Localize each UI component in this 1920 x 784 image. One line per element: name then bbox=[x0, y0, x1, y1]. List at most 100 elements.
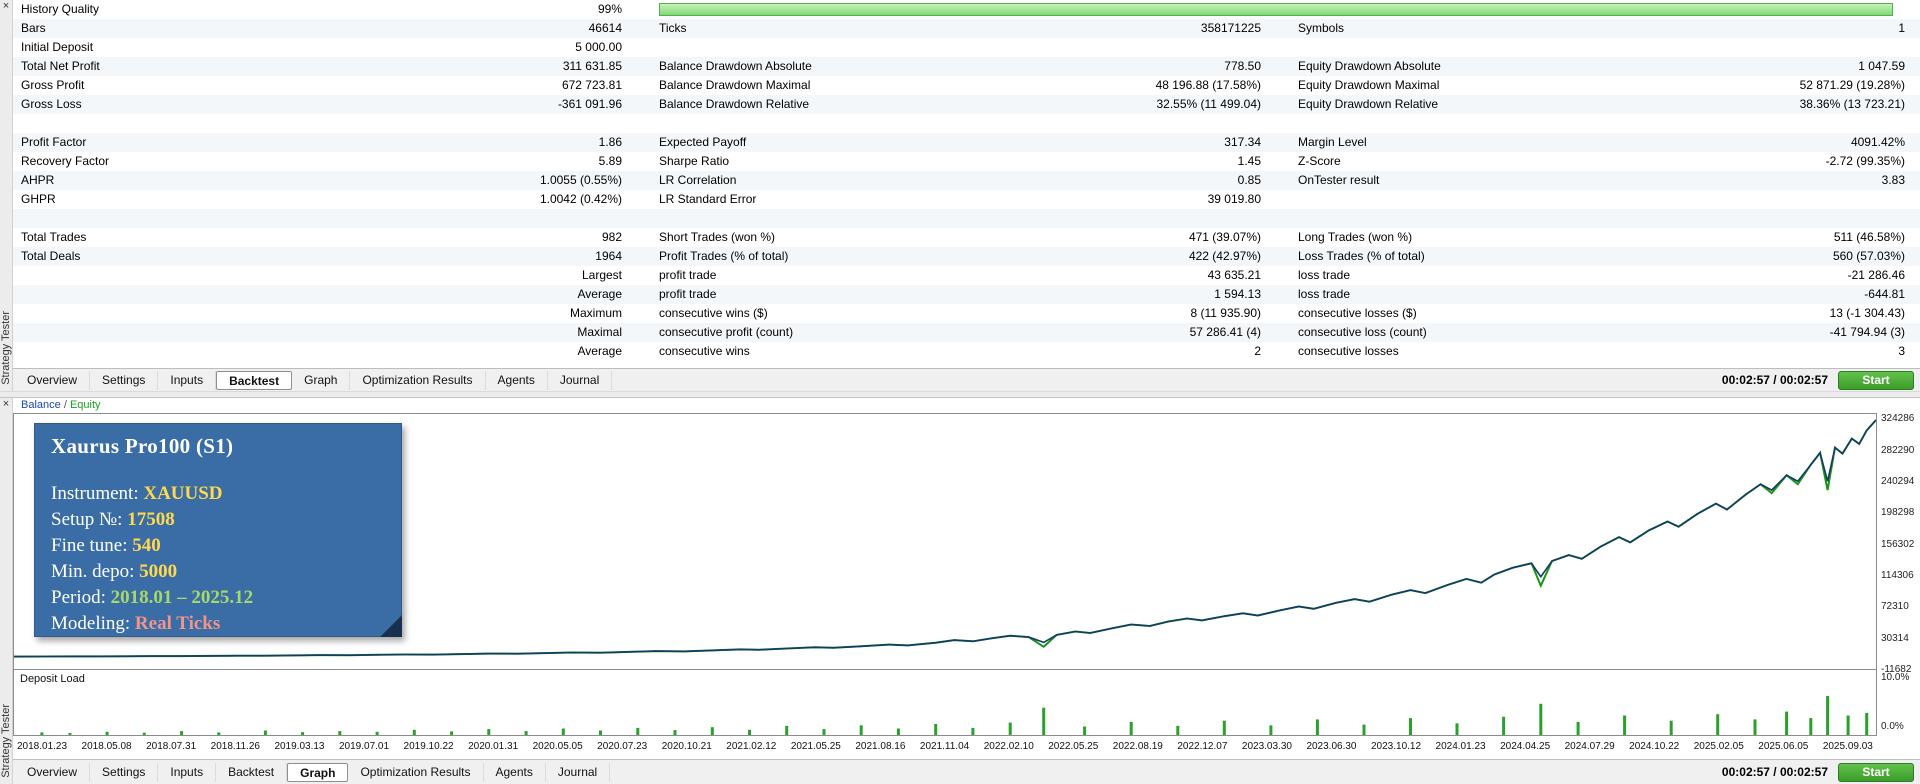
stat-label: GHPR bbox=[21, 192, 56, 206]
table-row[interactable]: Total Deals 1964 Profit Trades (% of total… bbox=[13, 247, 1920, 266]
stat-label bbox=[659, 38, 989, 57]
stat-label: Balance Drawdown Absolute bbox=[659, 59, 812, 73]
column-gap bbox=[622, 19, 659, 38]
stat-label: Recovery Factor bbox=[21, 154, 110, 168]
deposit-load-bar bbox=[1176, 725, 1180, 735]
tab-settings[interactable]: Settings bbox=[90, 370, 159, 390]
tab-inputs[interactable]: Inputs bbox=[158, 370, 217, 390]
column-gap bbox=[622, 247, 659, 266]
table-row[interactable]: Total Trades 982 Short Trades (won %) 471 (… bbox=[13, 228, 1920, 247]
stat-value: 8 (11 935.90) bbox=[1190, 306, 1262, 320]
x-axis-date-label: 2021.02.12 bbox=[726, 741, 777, 752]
tab-optimization-results[interactable]: Optimization Results bbox=[350, 370, 486, 390]
stat-label: Expected Payoff bbox=[659, 135, 747, 149]
table-row[interactable] bbox=[13, 209, 1920, 228]
deposit-load-bar bbox=[1785, 711, 1789, 735]
stat-value: 46614 bbox=[588, 21, 622, 35]
y-axis-label: 324286 bbox=[1881, 413, 1915, 424]
x-axis-date-label: 2018.11.26 bbox=[210, 741, 260, 752]
deposit-load-bar bbox=[375, 731, 379, 735]
deposit-load-bar bbox=[1576, 722, 1580, 735]
stat-value: 317.34 bbox=[1224, 135, 1261, 149]
close-icon[interactable]: × bbox=[0, 398, 12, 412]
tab-inputs[interactable]: Inputs bbox=[158, 762, 217, 782]
table-row[interactable]: Initial Deposit 5 000.00 bbox=[13, 38, 1920, 57]
close-icon[interactable]: × bbox=[0, 0, 12, 14]
deposit-axis-min: 0.0% bbox=[1881, 721, 1904, 732]
panel-side-strip: × Strategy Tester bbox=[0, 398, 13, 784]
table-row[interactable]: Maximum consecutive wins ($) 8 (11 935.90)… bbox=[13, 304, 1920, 323]
legend-separator: / bbox=[60, 399, 70, 411]
panel-splitter[interactable] bbox=[0, 391, 1920, 398]
table-row[interactable]: Profit Factor 1.86 Expected Payoff 317.34 Ma… bbox=[13, 133, 1920, 152]
tab-settings[interactable]: Settings bbox=[90, 762, 159, 782]
stat-label bbox=[13, 304, 337, 323]
tab-agents[interactable]: Agents bbox=[484, 762, 546, 782]
stat-value bbox=[989, 114, 1261, 133]
deposit-load-bar bbox=[487, 729, 491, 735]
stat-label bbox=[13, 266, 337, 285]
table-row[interactable]: Average profit trade 1 594.13 loss trade -64… bbox=[13, 285, 1920, 304]
tab-journal[interactable]: Journal bbox=[546, 762, 611, 782]
stat-label: profit trade bbox=[659, 268, 717, 282]
y-axis-label: 240294 bbox=[1881, 476, 1915, 487]
table-row[interactable]: GHPR 1.0042 (0.42%) LR Standard Error 39 01… bbox=[13, 190, 1920, 209]
stat-label: Equity Drawdown Maximal bbox=[1298, 78, 1440, 92]
deposit-load-bar bbox=[1716, 714, 1720, 735]
column-gap bbox=[622, 190, 659, 209]
chart-legend: Balance / Equity bbox=[13, 398, 101, 413]
deposit-load-bar bbox=[1083, 726, 1087, 735]
table-row[interactable]: Total Net Profit 311 631.85 Balance Drawdo… bbox=[13, 57, 1920, 76]
elapsed-time: 00:02:57 / 00:02:57 bbox=[1721, 373, 1828, 387]
deposit-load-bar bbox=[561, 728, 565, 735]
table-row[interactable]: Gross Profit 672 723.81 Balance Drawdown M… bbox=[13, 76, 1920, 95]
table-row[interactable] bbox=[13, 114, 1920, 133]
tab-agents[interactable]: Agents bbox=[486, 370, 548, 390]
tab-journal[interactable]: Journal bbox=[548, 370, 613, 390]
tab-optimization-results[interactable]: Optimization Results bbox=[348, 762, 484, 782]
start-button[interactable]: Start bbox=[1838, 370, 1914, 390]
stat-value: -21 286.46 bbox=[1847, 268, 1905, 282]
stat-label bbox=[1298, 190, 1628, 209]
top-tabs: Overview Settings Inputs Backtest Graph Optim… bbox=[15, 369, 613, 391]
tab-graph[interactable]: Graph bbox=[292, 370, 351, 390]
start-button[interactable]: Start bbox=[1838, 762, 1914, 782]
ea-info-line: Period: 2018.01 – 2025.12 bbox=[51, 585, 401, 611]
table-row[interactable]: Maximal consecutive profit (count) 57 286.… bbox=[13, 323, 1920, 342]
stat-label: Initial Deposit bbox=[21, 40, 94, 54]
tab-graph[interactable]: Graph bbox=[287, 762, 349, 782]
tab-backtest[interactable]: Backtest bbox=[216, 370, 293, 390]
stat-label: Sharpe Ratio bbox=[659, 154, 730, 168]
ea-info-label: Setup №: bbox=[51, 509, 128, 530]
table-row[interactable]: AHPR 1.0055 (0.55%) LR Correlation 0.85 OnTe… bbox=[13, 171, 1920, 190]
stat-label: Total Net Profit bbox=[21, 59, 100, 73]
tab-backtest[interactable]: Backtest bbox=[216, 762, 288, 782]
table-row[interactable]: Gross Loss -361 091.96 Balance Drawdown Re… bbox=[13, 95, 1920, 114]
stat-label: consecutive loss (count) bbox=[1298, 325, 1427, 339]
stat-value bbox=[1628, 38, 1905, 57]
ea-info-value: 540 bbox=[132, 535, 161, 556]
stat-value bbox=[1628, 190, 1905, 209]
table-row[interactable]: Largest profit trade 43 635.21 loss trade -2… bbox=[13, 266, 1920, 285]
strategy-tester-vertical-label: Strategy Tester bbox=[0, 311, 12, 385]
deposit-load-bar bbox=[412, 729, 416, 735]
column-gap bbox=[1261, 19, 1298, 38]
ea-title: Xaurus Pro100 (S1) bbox=[51, 434, 234, 458]
x-axis-date-label: 2020.10.21 bbox=[661, 741, 712, 752]
ea-info-line: Min. depo: 5000 bbox=[51, 559, 401, 585]
table-row[interactable]: Average consecutive wins 2 consecutive loss… bbox=[13, 342, 1920, 361]
tab-overview[interactable]: Overview bbox=[15, 762, 91, 782]
table-row[interactable]: Recovery Factor 5.89 Sharpe Ratio 1.45 Z-Sco… bbox=[13, 152, 1920, 171]
column-gap bbox=[1261, 323, 1298, 342]
deposit-load-bar bbox=[142, 732, 146, 735]
stat-value: 311 631.85 bbox=[562, 59, 622, 73]
column-gap bbox=[622, 285, 659, 304]
column-gap bbox=[1261, 304, 1298, 323]
x-axis-date-label: 2024.07.29 bbox=[1564, 741, 1615, 752]
column-gap bbox=[622, 171, 659, 190]
ea-info-label: Min. depo: bbox=[51, 561, 140, 582]
table-row[interactable]: Bars 46614 Ticks 358171225 Symbols 1 bbox=[13, 19, 1920, 38]
table-row[interactable]: History Quality 99% bbox=[13, 0, 1920, 19]
tab-overview[interactable]: Overview bbox=[15, 370, 91, 390]
balance-equity-chart[interactable]: Xaurus Pro100 (S1) Instrument: XAUUSD Set… bbox=[13, 413, 1877, 670]
